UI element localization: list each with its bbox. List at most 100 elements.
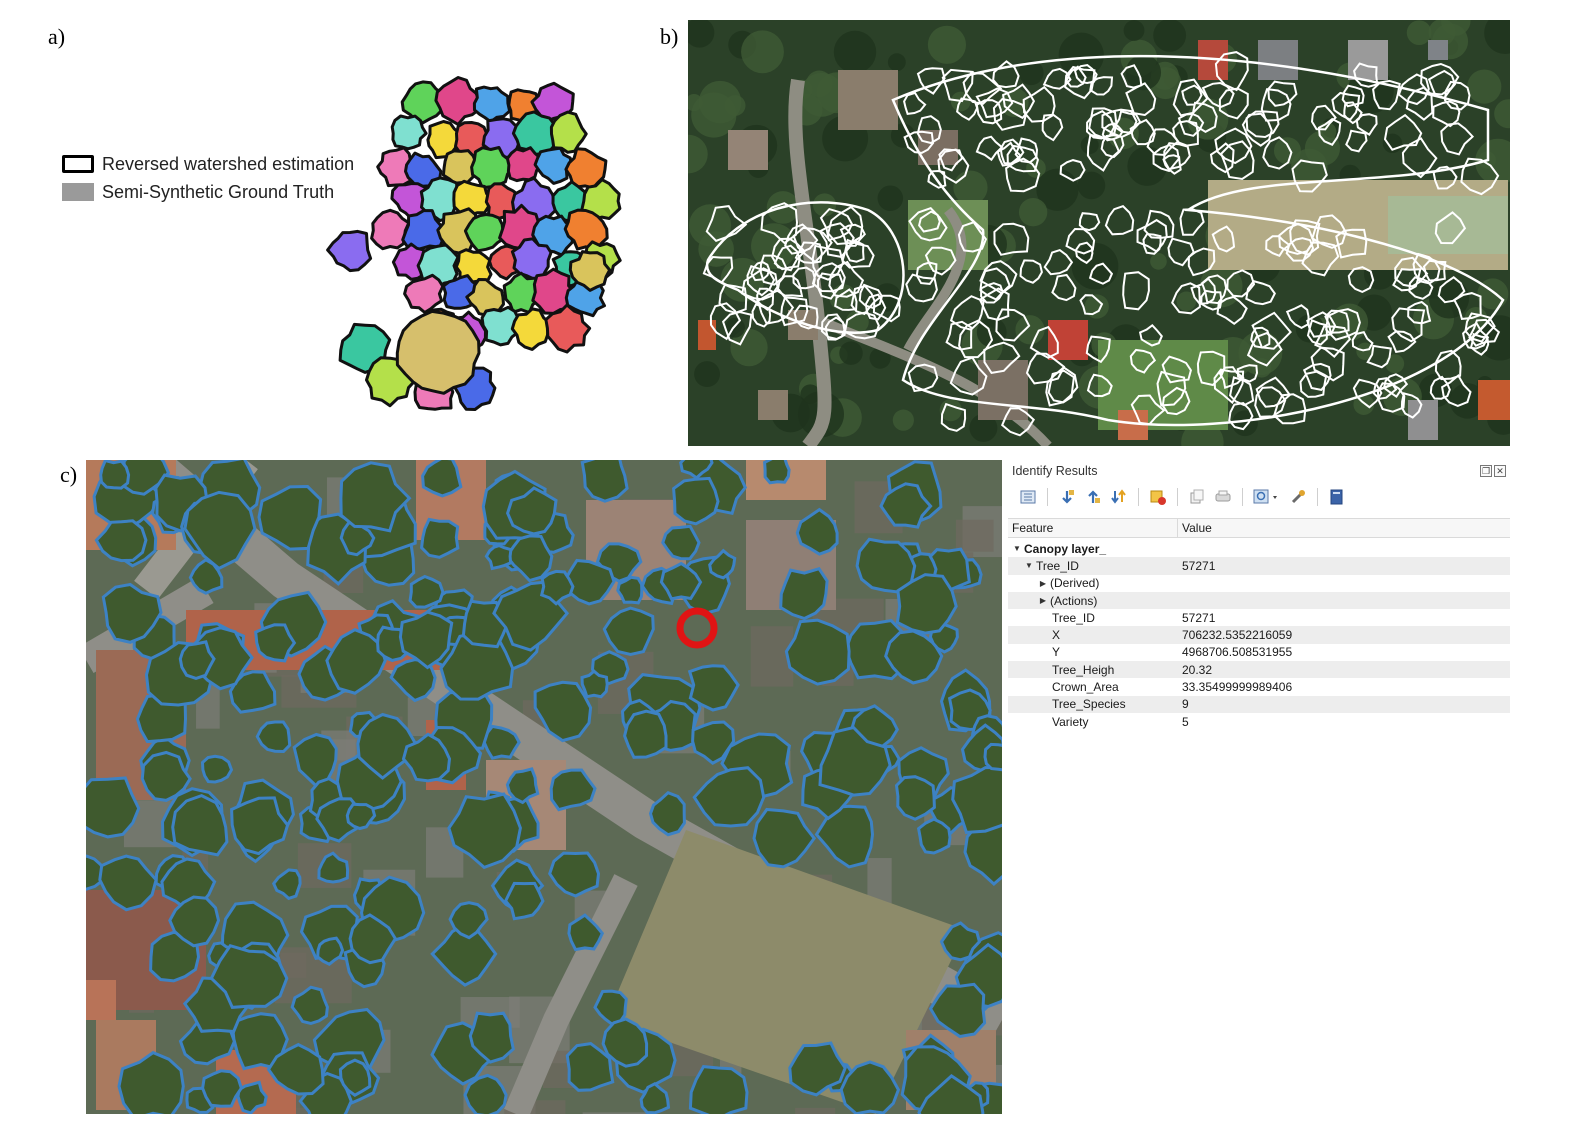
ground-patch bbox=[582, 1112, 647, 1114]
attribute-value: 20.32 bbox=[1182, 662, 1213, 677]
attribute-row[interactable]: Crown_Area 33.35499999989406 bbox=[1008, 678, 1510, 695]
identify-toolbar bbox=[1008, 482, 1510, 512]
panel-label-c: c) bbox=[60, 462, 78, 487]
results-tree: ▼ Canopy layer_ ▼ Tree_ID 57271 ▶ (Deriv… bbox=[1008, 538, 1510, 730]
vegetation-patch bbox=[833, 30, 877, 74]
vegetation-patch bbox=[799, 72, 844, 117]
building-roof bbox=[758, 390, 788, 420]
ground-patch bbox=[795, 1107, 836, 1114]
vegetation-patch bbox=[741, 30, 784, 74]
actions-label: (Actions) bbox=[1050, 593, 1098, 608]
vegetation-patch bbox=[694, 361, 720, 388]
vegetation-patch bbox=[887, 53, 906, 72]
expand-caret-icon[interactable]: ▶ bbox=[1038, 579, 1048, 588]
crown-blob bbox=[533, 146, 573, 185]
ground-patch bbox=[955, 519, 994, 552]
identify-results-panel: Identify Results ❐ ✕ Feature Value ▼ Can… bbox=[1008, 460, 1510, 1114]
feature-label: Tree_ID bbox=[1036, 558, 1079, 573]
building-roof bbox=[698, 320, 716, 350]
crown-blob bbox=[472, 85, 512, 124]
clear-results-icon[interactable] bbox=[1148, 488, 1168, 506]
vegetation-patch bbox=[1018, 198, 1048, 227]
print-icon[interactable] bbox=[1213, 488, 1233, 506]
building-roof bbox=[86, 980, 116, 1020]
vegetation-patch bbox=[1428, 278, 1470, 319]
crown-blob bbox=[326, 229, 373, 273]
identify-settings-icon[interactable] bbox=[1288, 488, 1308, 506]
column-header-feature[interactable]: Feature bbox=[1008, 519, 1178, 537]
aerial-map-c[interactable] bbox=[86, 460, 1002, 1114]
building-roof bbox=[1258, 40, 1298, 80]
copy-feature-icon[interactable] bbox=[1187, 488, 1207, 506]
vegetation-patch bbox=[1123, 20, 1145, 41]
dock-title: Identify Results bbox=[1012, 464, 1098, 478]
identify-mode-icon[interactable] bbox=[1252, 488, 1282, 506]
attribute-row[interactable]: Tree_ID 57271 bbox=[1008, 609, 1510, 626]
vegetation-patch bbox=[1406, 20, 1432, 46]
tree-crown[interactable] bbox=[916, 817, 952, 855]
attribute-row[interactable]: Variety 5 bbox=[1008, 713, 1510, 730]
tree-crown[interactable] bbox=[421, 460, 463, 498]
tree-crown[interactable] bbox=[894, 775, 936, 821]
vegetation-patch bbox=[953, 170, 988, 205]
vegetation-patch bbox=[892, 409, 914, 431]
collapse-caret-icon[interactable]: ▼ bbox=[1012, 544, 1022, 553]
crown-segmentation-figure bbox=[326, 76, 622, 411]
legend-swatch-fill bbox=[62, 183, 94, 201]
attribute-row[interactable]: Y 4968706.508531955 bbox=[1008, 644, 1510, 661]
expand-new-results-icon[interactable] bbox=[1109, 488, 1129, 506]
crown-blob bbox=[403, 273, 445, 314]
vegetation-patch bbox=[1232, 410, 1258, 437]
feature-row[interactable]: ▼ Tree_ID 57271 bbox=[1008, 557, 1510, 575]
tennis-court bbox=[1388, 196, 1508, 254]
expand-all-icon[interactable] bbox=[1057, 488, 1077, 506]
attribute-value: 706232.5352216059 bbox=[1182, 628, 1293, 643]
panel-label-b: b) bbox=[660, 24, 679, 49]
derived-label: (Derived) bbox=[1050, 576, 1100, 591]
vegetation-patch bbox=[1153, 20, 1187, 52]
layer-row[interactable]: ▼ Canopy layer_ bbox=[1008, 540, 1510, 557]
building-roof bbox=[788, 310, 818, 340]
tree-crown[interactable] bbox=[420, 517, 460, 559]
vegetation-patch bbox=[1467, 69, 1502, 104]
attribute-row[interactable]: Tree_Species 9 bbox=[1008, 695, 1510, 713]
vegetation-patch bbox=[1127, 146, 1167, 186]
attribute-name: Tree_ID bbox=[1052, 610, 1095, 625]
building-roof bbox=[978, 360, 1028, 420]
expand-tree-icon[interactable] bbox=[1018, 488, 1038, 506]
tree-crown[interactable] bbox=[763, 460, 791, 485]
float-dock-button[interactable]: ❐ bbox=[1480, 465, 1492, 477]
tree-crown[interactable] bbox=[580, 669, 609, 699]
building-roof bbox=[728, 130, 768, 170]
attribute-value: 33.35499999989406 bbox=[1182, 680, 1293, 695]
attribute-row[interactable]: Tree_Heigh 20.32 bbox=[1008, 661, 1510, 679]
attribute-name: Variety bbox=[1052, 714, 1089, 729]
tree-crown[interactable] bbox=[99, 460, 131, 490]
attribute-value: 9 bbox=[1182, 697, 1189, 712]
close-dock-button[interactable]: ✕ bbox=[1494, 465, 1506, 477]
attribute-row[interactable]: X 706232.5352216059 bbox=[1008, 626, 1510, 644]
column-header-value[interactable]: Value bbox=[1178, 521, 1212, 535]
tree-crown[interactable] bbox=[200, 754, 234, 784]
crown-blob bbox=[549, 110, 588, 154]
attribute-name: Tree_Species bbox=[1052, 697, 1126, 712]
layer-name: Canopy layer_ bbox=[1024, 541, 1107, 556]
attribute-name: X bbox=[1052, 628, 1061, 643]
tree-crown[interactable] bbox=[408, 574, 445, 609]
tree-crown[interactable] bbox=[688, 1065, 749, 1114]
expand-caret-icon[interactable]: ▶ bbox=[1038, 596, 1048, 605]
vegetation-patch bbox=[927, 25, 967, 64]
crown-blob bbox=[510, 307, 550, 351]
tree-crown[interactable] bbox=[983, 742, 1002, 772]
tree-crown[interactable] bbox=[484, 544, 513, 571]
vegetation-patch bbox=[839, 341, 863, 365]
attribute-name: Crown_Area bbox=[1052, 680, 1119, 695]
crown-blob bbox=[390, 114, 428, 151]
legend-swatch-outline bbox=[62, 155, 94, 173]
tree-crown[interactable] bbox=[623, 709, 668, 759]
collapse-all-icon[interactable] bbox=[1083, 488, 1103, 506]
actions-row[interactable]: ▶ (Actions) bbox=[1008, 591, 1510, 610]
help-icon[interactable] bbox=[1327, 488, 1347, 506]
derived-row[interactable]: ▶ (Derived) bbox=[1008, 575, 1510, 592]
collapse-caret-icon[interactable]: ▼ bbox=[1024, 561, 1034, 570]
